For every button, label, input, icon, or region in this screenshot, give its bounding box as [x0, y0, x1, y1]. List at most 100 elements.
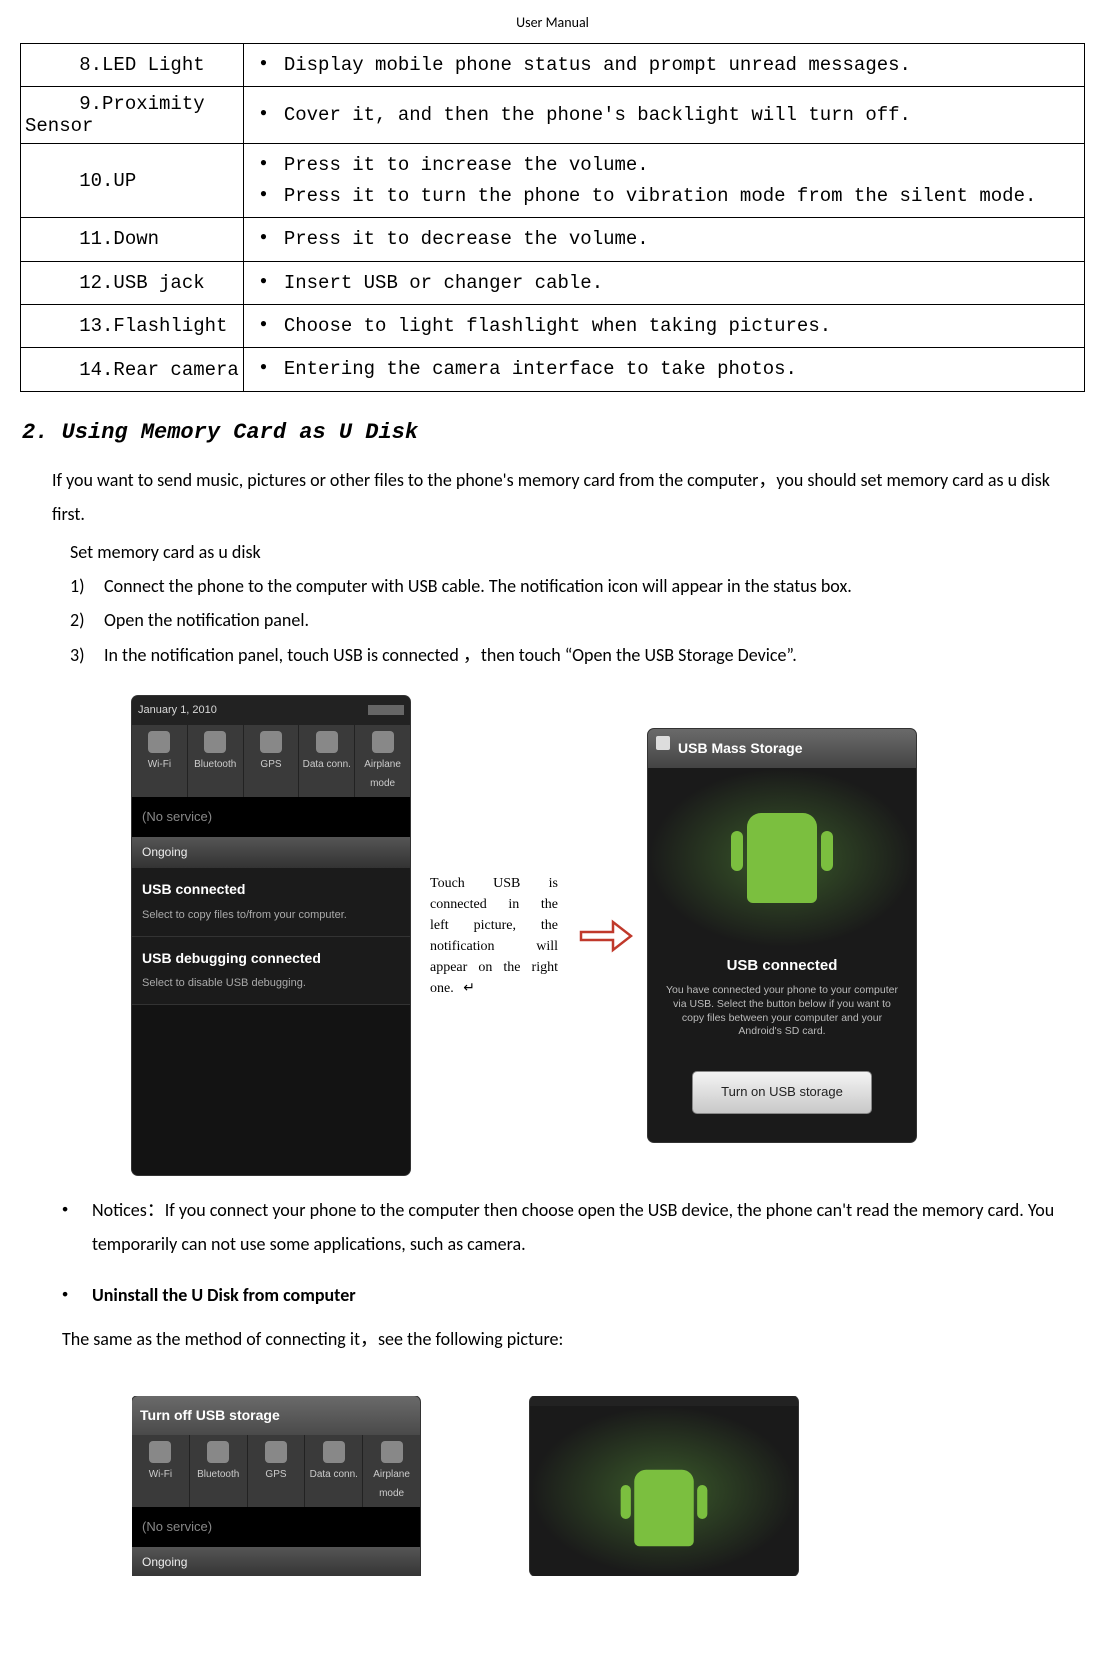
step-item: 2)Open the notification panel.	[70, 603, 1085, 637]
feature-bullet: Choose to light flashlight when taking p…	[266, 311, 1080, 341]
notification-title: USB debugging connected	[142, 945, 400, 972]
feature-bullet: Press it to decrease the volume.	[266, 224, 1080, 254]
phone-screenshot-right-2	[530, 1396, 798, 1576]
feature-description: Insert USB or changer cable.	[243, 261, 1084, 304]
bluetooth-icon	[204, 731, 226, 753]
features-table: 8.LED Light Display mobile phone status a…	[20, 43, 1085, 392]
toggle-gps[interactable]: GPS	[244, 725, 300, 797]
turn-off-usb-title: Turn off USB storage	[132, 1396, 420, 1435]
uninstall-heading: Uninstall the U Disk from computer	[92, 1278, 1085, 1312]
feature-bullet: Entering the camera interface to take ph…	[266, 354, 1080, 384]
wi-fi-icon	[149, 1441, 171, 1463]
step-item: 1)Connect the phone to the computer with…	[70, 569, 1085, 603]
step-item: 3)In the notification panel, touch USB i…	[70, 638, 1085, 672]
usb-message-subtitle: You have connected your phone to your co…	[662, 984, 902, 1039]
toggle-bluetooth[interactable]: Bluetooth	[188, 725, 244, 797]
feature-description: Display mobile phone status and prompt u…	[243, 44, 1084, 87]
usb-message: USB connected You have connected your ph…	[648, 948, 916, 1053]
toggle-label: Wi-Fi	[132, 755, 187, 774]
turn-on-usb-storage-button[interactable]: Turn on USB storage	[692, 1071, 872, 1114]
feature-label: 13.Flashlight	[21, 304, 244, 347]
page-header: User Manual	[20, 10, 1085, 43]
toggle-label: Airplane mode	[355, 755, 410, 793]
usb-mass-storage-title: USB Mass Storage	[648, 729, 916, 768]
usb-message-title: USB connected	[662, 952, 902, 981]
no-service-text: (No service)	[132, 1507, 420, 1548]
toggle-label: Bluetooth	[188, 755, 243, 774]
figure-row-1: January 1, 2010 Wi-FiBluetoothGPSData co…	[132, 696, 1085, 1175]
toggle-gps[interactable]: GPS	[248, 1435, 306, 1507]
arrow-icon	[578, 918, 634, 954]
android-graphic	[648, 768, 916, 948]
feature-description: Press it to increase the volume.Press it…	[243, 144, 1084, 218]
gps-icon	[265, 1441, 287, 1463]
notice-text: Notices：If you connect your phone to the…	[92, 1193, 1085, 1261]
quick-toggles: Wi-FiBluetoothGPSData conn.Airplane mode	[132, 725, 410, 797]
android-graphic	[530, 1406, 798, 1576]
phone-screenshot-left: January 1, 2010 Wi-FiBluetoothGPSData co…	[132, 696, 410, 1175]
notice-list: ● Notices：If you connect your phone to t…	[52, 1193, 1085, 1312]
steps-list: 1)Connect the phone to the computer with…	[52, 569, 1085, 672]
section-body: If you want to send music, pictures or o…	[20, 463, 1085, 1576]
feature-bullet: Display mobile phone status and prompt u…	[266, 50, 1080, 80]
toggle-data-conn-[interactable]: Data conn.	[305, 1435, 363, 1507]
toggle-label: Bluetooth	[190, 1465, 247, 1484]
figure-row-2: Turn off USB storage Wi-FiBluetoothGPSDa…	[132, 1396, 1085, 1576]
feature-bullet: Press it to turn the phone to vibration …	[266, 181, 1080, 211]
uninstall-text: The same as the method of connecting it，…	[52, 1322, 1085, 1356]
quick-toggles: Wi-FiBluetoothGPSData conn.Airplane mode	[132, 1435, 420, 1507]
sub-heading: Set memory card as u disk	[52, 535, 1085, 569]
section-title: 2. Using Memory Card as U Disk	[22, 420, 1085, 445]
notification-usb-connected[interactable]: USB connected Select to copy files to/fr…	[132, 868, 410, 936]
phone-screenshot-right: USB Mass Storage USB connected You have …	[648, 729, 916, 1141]
notification-usb-debugging[interactable]: USB debugging connected Select to disabl…	[132, 937, 410, 1005]
gps-icon	[260, 731, 282, 753]
phone-empty-area	[132, 1005, 410, 1175]
data-conn--icon	[316, 731, 338, 753]
feature-description: Cover it, and then the phone's backlight…	[243, 87, 1084, 144]
toggle-airplane-mode[interactable]: Airplane mode	[363, 1435, 420, 1507]
bullet-icon: ●	[62, 1278, 92, 1312]
toggle-label: Wi-Fi	[132, 1465, 189, 1484]
airplane-mode-icon	[381, 1441, 403, 1463]
feature-label: 12.USB jack	[21, 261, 244, 304]
intro-text: If you want to send music, pictures or o…	[52, 463, 1085, 531]
ongoing-header: Ongoing	[132, 837, 410, 868]
status-bar: January 1, 2010	[132, 696, 410, 725]
signal-icon	[368, 705, 404, 715]
feature-bullet: Cover it, and then the phone's backlight…	[266, 100, 1080, 130]
toggle-label: Data conn.	[299, 755, 354, 774]
feature-description: Press it to decrease the volume.	[243, 218, 1084, 261]
wi-fi-icon	[148, 731, 170, 753]
toggle-wi-fi[interactable]: Wi-Fi	[132, 725, 188, 797]
ongoing-header: Ongoing	[132, 1547, 420, 1576]
toggle-data-conn-[interactable]: Data conn.	[299, 725, 355, 797]
feature-label: 14.Rear camera	[21, 348, 244, 391]
feature-bullet: Press it to increase the volume.	[266, 150, 1080, 180]
feature-description: Choose to light flashlight when taking p…	[243, 304, 1084, 347]
toggle-label: Data conn.	[305, 1465, 362, 1484]
notification-title: USB connected	[142, 876, 400, 903]
notification-subtitle: Select to disable USB debugging.	[142, 973, 400, 994]
toggle-label: GPS	[248, 1465, 305, 1484]
bullet-icon: ●	[62, 1193, 92, 1261]
feature-label: 11.Down	[21, 218, 244, 261]
feature-label: 9.ProximitySensor	[21, 87, 244, 144]
toggle-bluetooth[interactable]: Bluetooth	[190, 1435, 248, 1507]
feature-label: 8.LED Light	[21, 44, 244, 87]
date-text: January 1, 2010	[138, 700, 217, 721]
toggle-label: GPS	[244, 755, 299, 774]
feature-description: Entering the camera interface to take ph…	[243, 348, 1084, 391]
data-conn--icon	[323, 1441, 345, 1463]
phone-screenshot-left-2: Turn off USB storage Wi-FiBluetoothGPSDa…	[132, 1396, 420, 1576]
notification-subtitle: Select to copy files to/from your comput…	[142, 905, 400, 926]
toggle-wi-fi[interactable]: Wi-Fi	[132, 1435, 190, 1507]
feature-label: 10.UP	[21, 144, 244, 218]
no-service-text: (No service)	[132, 797, 410, 838]
bluetooth-icon	[207, 1441, 229, 1463]
airplane-mode-icon	[372, 731, 394, 753]
figure-caption: Touch USB is connected in the left pictu…	[424, 867, 564, 1005]
feature-bullet: Insert USB or changer cable.	[266, 268, 1080, 298]
toggle-label: Airplane mode	[363, 1465, 420, 1503]
toggle-airplane-mode[interactable]: Airplane mode	[355, 725, 410, 797]
